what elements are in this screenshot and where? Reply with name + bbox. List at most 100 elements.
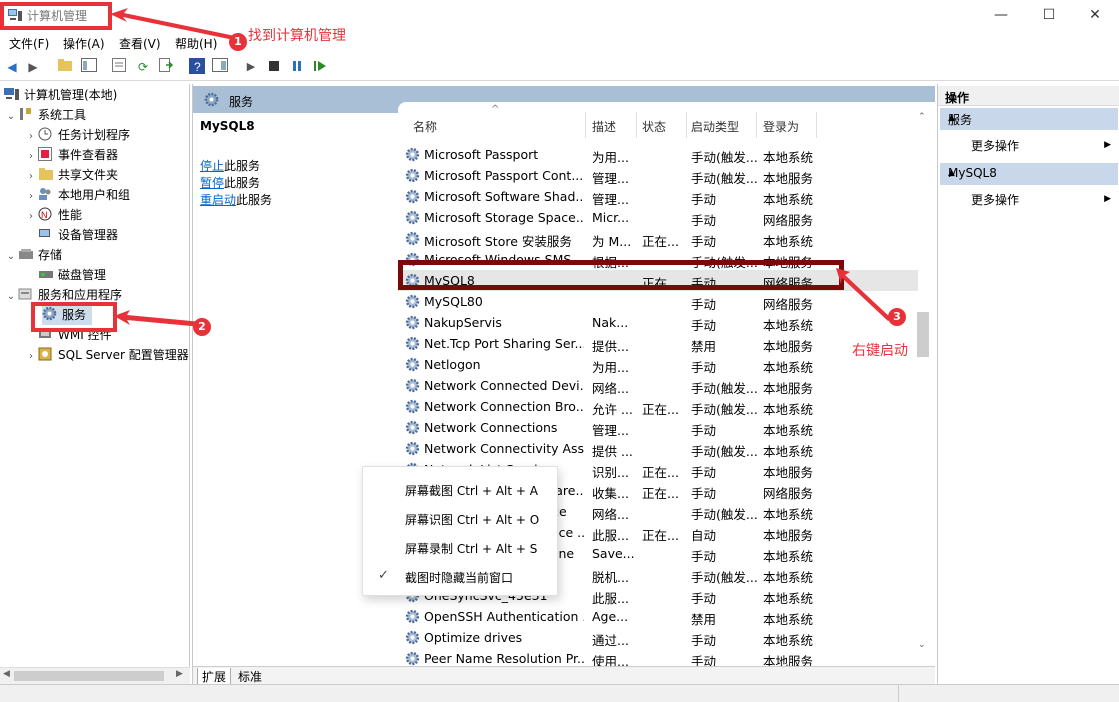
chevron-down-icon[interactable]: ⌄: [4, 107, 18, 127]
performance-icon: N: [38, 207, 54, 221]
pause-service-icon[interactable]: [288, 58, 306, 76]
properties-icon[interactable]: [110, 58, 128, 76]
service-name: NakupServis: [424, 315, 502, 330]
services-vertical-scrollbar[interactable]: ⌃ ⌄: [914, 112, 931, 660]
service-row[interactable]: Network Connected Devi... 网络... 手动(触发... 本地…: [398, 375, 918, 396]
tree-item-root[interactable]: 计算机管理(本地): [4, 85, 117, 105]
service-row[interactable]: Microsoft Passport Cont... 管理... 手动(触发... 本…: [398, 165, 918, 186]
tree-item-storage[interactable]: ⌄ 存储: [4, 245, 62, 265]
service-row[interactable]: Network Connections 管理... 手动 本地系统: [398, 417, 918, 438]
service-row[interactable]: Network Connection Bro... 允许 ... 正在... 手动(触…: [398, 396, 918, 417]
scroll-up-icon[interactable]: ⌃: [918, 112, 926, 122]
start-service-icon[interactable]: ▶: [242, 58, 260, 76]
action-pane-icon[interactable]: [211, 58, 229, 76]
collapse-icon[interactable]: ▲: [948, 168, 1112, 178]
stop-service-icon[interactable]: [265, 58, 283, 76]
service-row[interactable]: Netlogon 为用... 手动 本地系统: [398, 354, 918, 375]
service-logon-as: 本地系统: [763, 549, 814, 564]
tree-item-shared-folders[interactable]: › 共享文件夹: [24, 165, 118, 185]
chevron-right-icon[interactable]: ›: [24, 187, 38, 207]
forward-icon[interactable]: ▶: [24, 58, 42, 76]
help-icon[interactable]: ?: [188, 58, 206, 76]
tree-item-event-viewer[interactable]: › 事件查看器: [24, 145, 118, 165]
service-name: Microsoft Storage Space...: [424, 210, 584, 225]
service-logon-as: 本地系统: [763, 234, 814, 249]
gear-icon: [405, 441, 420, 456]
restart-service-link[interactable]: 重启动: [200, 193, 236, 207]
service-row[interactable]: Optimize drives 通过... 手动 本地系统: [398, 627, 918, 648]
back-icon[interactable]: ◀: [3, 58, 21, 76]
tree-item-local-users[interactable]: › 本地用户和组: [24, 185, 130, 205]
scrollbar-thumb[interactable]: [14, 671, 164, 681]
submenu-arrow-icon: ▶: [1104, 194, 1111, 204]
pause-service-link[interactable]: 暂停: [200, 176, 224, 190]
service-row[interactable]: Microsoft Passport 为用... 手动(触发... 本地系统: [398, 144, 918, 165]
service-startup-type: 手动(触发...: [691, 171, 757, 186]
scrollbar-thumb[interactable]: [917, 312, 929, 357]
annotation-text-3: 右键启动: [852, 343, 908, 359]
service-row[interactable]: Net.Tcp Port Sharing Ser... 提供... 禁用 本地服务: [398, 333, 918, 354]
collapse-icon[interactable]: ▲: [948, 113, 1112, 123]
service-startup-type: 手动: [691, 549, 717, 564]
service-startup-type: 手动: [691, 486, 717, 501]
column-header-status[interactable]: 状态: [642, 118, 666, 135]
chevron-right-icon[interactable]: ›: [24, 147, 38, 167]
tree-item-disk-management[interactable]: 磁盘管理: [38, 265, 106, 285]
chevron-right-icon[interactable]: ›: [24, 167, 38, 187]
service-description: 收集...: [592, 486, 629, 501]
scroll-right-icon[interactable]: ▶: [176, 669, 183, 679]
service-name: Microsoft Software Shad...: [424, 189, 584, 204]
column-header-name[interactable]: 名称: [413, 118, 437, 135]
service-logon-as: 网络服务: [763, 297, 814, 312]
menu-file[interactable]: 文件(F): [9, 35, 49, 52]
up-folder-icon[interactable]: [56, 58, 74, 76]
tree-item-system-tools[interactable]: ⌄ 系统工具: [4, 105, 86, 125]
show-hide-tree-icon[interactable]: [80, 58, 98, 76]
service-name: Network Connections: [424, 420, 558, 435]
service-row[interactable]: Network Connectivity Ass... 提供 ... 手动(触发..…: [398, 438, 918, 459]
menu-item-screen-recognize[interactable]: 屏幕识图 Ctrl + Alt + O: [405, 511, 539, 528]
gear-icon: [204, 92, 219, 107]
service-logon-as: 本地系统: [763, 318, 814, 333]
scroll-down-icon[interactable]: ⌄: [918, 640, 926, 650]
tree-horizontal-scrollbar[interactable]: ◀ ▶: [0, 667, 190, 684]
annotation-arrow-1: [110, 8, 235, 40]
tree-item-device-manager[interactable]: 设备管理器: [38, 225, 118, 245]
service-status: 正在...: [642, 402, 679, 417]
more-actions-services[interactable]: 更多操作: [971, 137, 1019, 154]
menu-item-screen-record[interactable]: 屏幕录制 Ctrl + Alt + S: [405, 540, 537, 557]
chevron-right-icon[interactable]: ›: [24, 347, 38, 367]
tree-item-task-scheduler[interactable]: › 任务计划程序: [24, 125, 130, 145]
column-header-description[interactable]: 描述: [592, 118, 616, 135]
chevron-down-icon[interactable]: ⌄: [4, 287, 18, 307]
service-row[interactable]: Microsoft Storage Space... Micr... 手动 网络服务: [398, 207, 918, 228]
actions-section-mysql8[interactable]: MySQL8 ▲: [940, 163, 1118, 185]
service-startup-type: 手动(触发...: [691, 507, 757, 522]
service-row[interactable]: Microsoft Store 安装服务 为 M... 正在... 手动 本地系统: [398, 228, 918, 249]
stop-service-link[interactable]: 停止: [200, 159, 224, 173]
refresh-icon[interactable]: ⟳: [134, 58, 152, 76]
restart-service-icon[interactable]: [311, 58, 329, 76]
more-actions-mysql8[interactable]: 更多操作: [971, 191, 1019, 208]
menu-item-screenshot[interactable]: 屏幕截图 Ctrl + Alt + A: [405, 482, 538, 499]
chevron-right-icon[interactable]: ›: [24, 207, 38, 227]
actions-section-services[interactable]: 服务 ▲: [940, 108, 1118, 130]
service-logon-as: 本地系统: [763, 423, 814, 438]
tree-item-performance[interactable]: › N 性能: [24, 205, 82, 225]
tree-item-sql-server[interactable]: › SQL Server 配置管理器: [24, 345, 189, 365]
scroll-left-icon[interactable]: ◀: [3, 669, 10, 679]
menu-item-hide-window[interactable]: 截图时隐藏当前窗口: [405, 569, 513, 586]
service-row[interactable]: Microsoft Software Shad... 管理... 手动 本地系统: [398, 186, 918, 207]
menu-action[interactable]: 操作(A): [63, 35, 105, 52]
column-header-logon-as[interactable]: 登录为: [763, 118, 799, 135]
tab-standard[interactable]: 标准: [234, 668, 266, 685]
export-list-icon[interactable]: [157, 58, 175, 76]
service-row[interactable]: OpenSSH Authentication ... Age... 禁用 本地系统: [398, 606, 918, 627]
chevron-right-icon[interactable]: ›: [24, 127, 38, 147]
minimize-button[interactable]: —: [978, 0, 1024, 30]
close-button[interactable]: ✕: [1072, 0, 1118, 30]
service-status: 正在...: [642, 528, 679, 543]
maximize-button[interactable]: ☐: [1026, 0, 1072, 30]
column-header-startup-type[interactable]: 启动类型: [691, 118, 739, 135]
chevron-down-icon[interactable]: ⌄: [4, 247, 18, 267]
